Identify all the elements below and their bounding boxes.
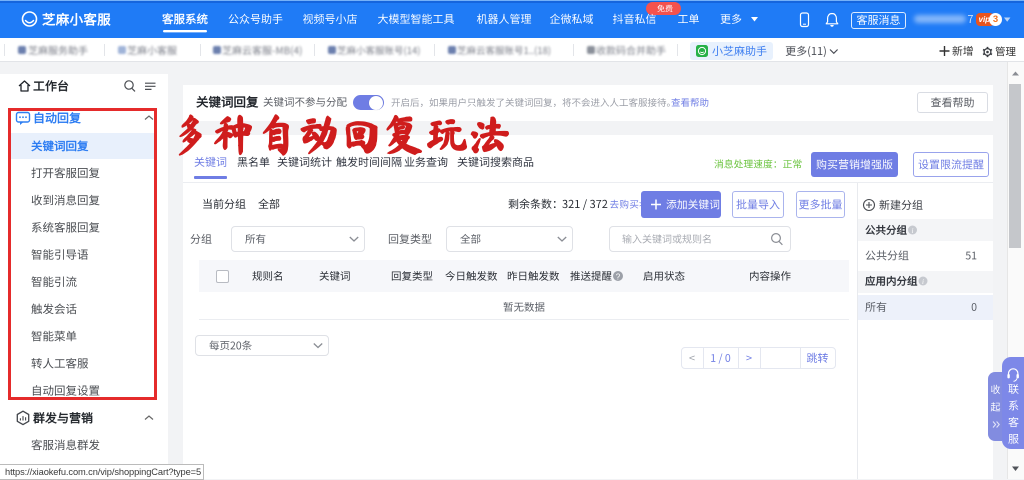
svg-text:?: ?	[616, 272, 621, 281]
svg-text:i: i	[912, 227, 914, 235]
svg-text:i: i	[922, 278, 924, 286]
